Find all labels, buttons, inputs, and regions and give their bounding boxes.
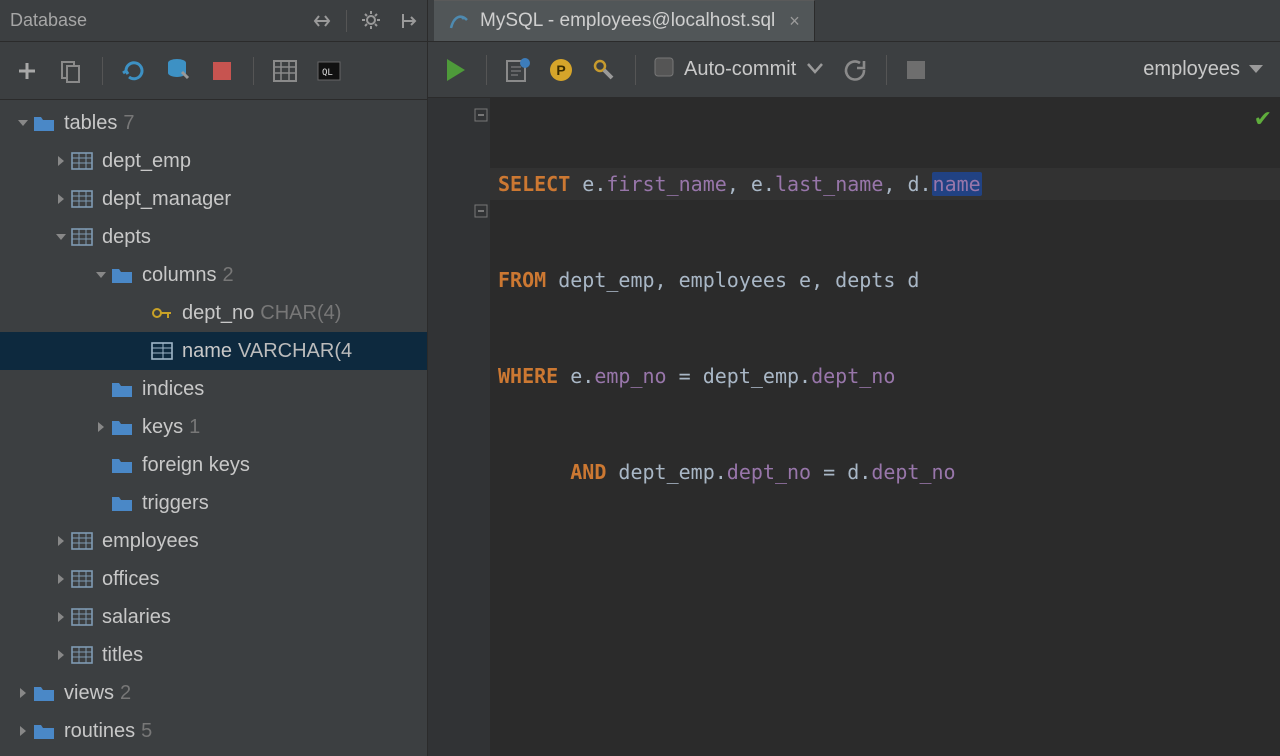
table-view-icon[interactable] [272,58,298,84]
tab-mysql-console[interactable]: MySQL - employees@localhost.sql × [434,0,815,41]
chevron-down-icon[interactable] [92,269,110,281]
db-tools-icon[interactable] [165,58,191,84]
svg-text:QL: QL [322,68,333,78]
tree-node-dept-emp[interactable]: dept_emp [0,142,427,180]
database-tree[interactable]: tables 7 dept_emp dept_manager [0,100,427,756]
tree-node-indices[interactable]: indices [0,370,427,408]
editor-toolbar: P Auto-commit employees [428,42,1280,98]
tree-node-tables[interactable]: tables 7 [0,104,427,142]
explain-plan-icon[interactable] [505,57,531,83]
table-icon [70,646,94,664]
add-icon[interactable] [14,58,40,84]
chevron-down-icon[interactable] [14,117,32,129]
auto-commit-label: Auto-commit [684,58,796,81]
auto-commit-toggle[interactable]: Auto-commit [654,57,824,83]
table-icon [70,570,94,588]
schema-picker[interactable]: employees [1143,58,1264,81]
sql-editor[interactable]: ✔ SELECT e.first_name, e.last_name, d.na… [428,98,1280,756]
sidebar-header: Database [0,0,427,42]
fold-end-icon[interactable] [474,204,488,218]
chevron-right-icon[interactable] [14,687,32,699]
stop-icon[interactable] [209,58,235,84]
folder-icon [110,418,134,436]
tree-node-triggers[interactable]: triggers [0,484,427,522]
tree-node-keys[interactable]: keys 1 [0,408,427,446]
folder-icon [32,684,56,702]
tab-label: MySQL - employees@localhost.sql [480,10,775,32]
settings-wrench-icon[interactable] [591,57,617,83]
chevron-right-icon[interactable] [52,193,70,205]
sidebar-toolbar: QL [0,42,427,100]
tree-node-routines[interactable]: routines 5 [0,712,427,750]
chevron-right-icon[interactable] [52,611,70,623]
gear-icon[interactable] [361,10,383,32]
parameters-icon[interactable]: P [549,58,573,82]
tree-node-foreign-keys[interactable]: foreign keys [0,446,427,484]
rollback-icon[interactable] [842,58,868,82]
run-icon[interactable] [444,57,468,83]
tree-node-columns[interactable]: columns 2 [0,256,427,294]
tree-node-depts[interactable]: depts [0,218,427,256]
hide-panel-icon[interactable] [397,11,417,31]
schema-label: employees [1143,58,1240,81]
tree-node-employees[interactable]: employees [0,522,427,560]
chevron-right-icon[interactable] [52,155,70,167]
chevron-down-icon[interactable] [1248,58,1264,81]
column-icon [150,342,174,360]
chevron-down-icon[interactable] [806,58,824,81]
table-icon [70,608,94,626]
tree-node-offices[interactable]: offices [0,560,427,598]
folder-icon [32,114,56,132]
folder-icon [110,494,134,512]
editor-pane: MySQL - employees@localhost.sql × P Auto… [428,0,1280,756]
copy-icon[interactable] [58,58,84,84]
tree-node-col-dept-no[interactable]: dept_no CHAR(4) [0,294,427,332]
chevron-right-icon[interactable] [14,725,32,737]
table-icon [70,190,94,208]
fold-start-icon[interactable] [474,108,488,122]
chevron-right-icon[interactable] [52,573,70,585]
mysql-icon [448,10,470,32]
editor-gutter [428,98,490,756]
checkbox-icon[interactable] [654,57,674,83]
chevron-right-icon[interactable] [92,421,110,433]
tree-node-col-name[interactable]: name VARCHAR(4 [0,332,427,370]
chevron-down-icon[interactable] [52,231,70,243]
stop-icon[interactable] [905,59,927,81]
collapse-icon[interactable] [312,11,332,31]
folder-icon [32,722,56,740]
tree-node-titles[interactable]: titles [0,636,427,674]
chevron-right-icon[interactable] [52,649,70,661]
table-icon [70,532,94,550]
refresh-icon[interactable] [121,58,147,84]
table-icon [70,228,94,246]
tree-node-salaries[interactable]: salaries [0,598,427,636]
close-icon[interactable]: × [789,11,800,32]
tree-node-dept-manager[interactable]: dept_manager [0,180,427,218]
svg-text:P: P [556,62,565,78]
tree-node-views[interactable]: views 2 [0,674,427,712]
database-sidebar: Database [0,0,428,756]
sidebar-title: Database [10,10,87,31]
folder-icon [110,380,134,398]
folder-icon [110,456,134,474]
tab-bar: MySQL - employees@localhost.sql × [428,0,1280,42]
console-icon[interactable]: QL [316,58,342,84]
folder-icon [110,266,134,284]
table-icon [70,152,94,170]
chevron-right-icon[interactable] [52,535,70,547]
key-icon [150,303,174,323]
code-area[interactable]: SELECT e.first_name, e.last_name, d.name… [490,104,1280,552]
